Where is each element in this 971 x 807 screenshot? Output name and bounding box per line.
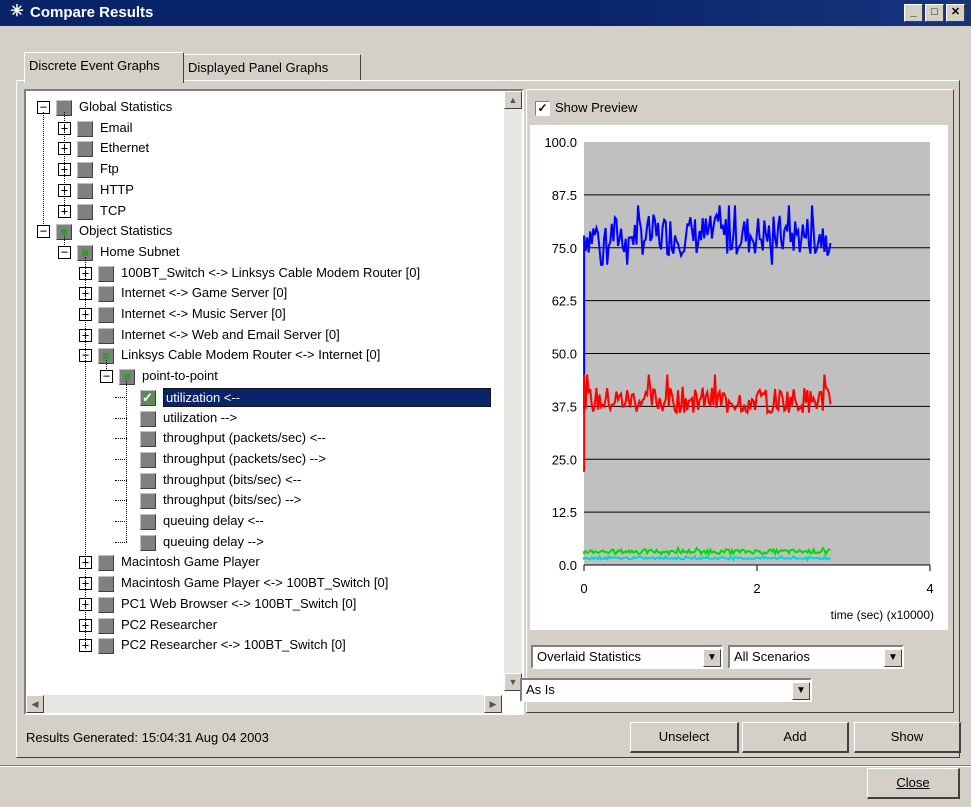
tree-connector: [126, 381, 127, 542]
tree-item-label: throughput (bits/sec) <--: [163, 471, 302, 487]
statistic-box-icon[interactable]: [77, 120, 93, 137]
tree-item-label: queuing delay -->: [163, 533, 264, 549]
tree-item-label: Home Subnet: [100, 243, 180, 259]
statistic-box-icon[interactable]: [98, 576, 114, 593]
separator: [0, 765, 971, 767]
statistic-box-icon[interactable]: [140, 431, 156, 448]
show-button[interactable]: Show: [854, 722, 961, 753]
tree-item-label: Internet <-> Game Server [0]: [121, 285, 288, 301]
tree-item-label: queuing delay <--: [163, 513, 264, 528]
collapse-icon[interactable]: −: [58, 245, 71, 259]
statistic-box-icon[interactable]: [98, 617, 114, 634]
statistic-box-icon[interactable]: [98, 638, 114, 655]
tree-item-label: PC2 Researcher <-> 100BT_Switch [0]: [121, 637, 346, 653]
statistic-box-icon[interactable]: [140, 514, 156, 530]
tree-item-label: Global Statistics: [79, 99, 173, 114]
statistic-box-icon[interactable]: [77, 203, 93, 220]
tree-item-label: utilization <--: [163, 387, 491, 407]
tree-horizontal-scrollbar[interactable]: ◀ ▶: [26, 695, 502, 713]
tree-item-label: Object Statistics: [79, 223, 173, 239]
tree-item-label: 100BT_Switch <-> Linksys Cable Modem Rou…: [121, 264, 421, 280]
tab-discrete-event-graphs[interactable]: Discrete Event Graphs: [24, 52, 184, 83]
tree-item-label: Linksys Cable Modem Router <-> Internet …: [121, 347, 381, 363]
statistic-box-icon[interactable]: [140, 472, 156, 489]
tree-connector: [115, 541, 127, 543]
overlay-select-value: Overlaid Statistics: [537, 649, 642, 664]
close-button-label: Close: [896, 775, 930, 790]
statistic-box-icon[interactable]: [98, 286, 114, 303]
tree-item-label: TCP: [100, 202, 126, 218]
tree-connector: [85, 256, 86, 646]
tree-item-label: Macintosh Game Player <-> 100BT_Switch […: [121, 575, 389, 591]
chevron-down-icon[interactable]: ▼: [792, 682, 810, 700]
statistic-box-icon[interactable]: [77, 141, 93, 158]
tree-item-label: throughput (bits/sec) -->: [163, 492, 302, 508]
chevron-down-icon[interactable]: ▼: [703, 649, 721, 667]
window-title: Compare Results: [30, 4, 154, 21]
tree-item-label: Internet <-> Music Server [0]: [121, 306, 286, 321]
tree-item-label: point-to-point: [142, 368, 218, 384]
compare-results-window: ✳ Compare Results _ □ ✕ Discrete Event G…: [0, 0, 971, 807]
tree-vertical-scrollbar[interactable]: ▲ ▼: [504, 91, 522, 691]
statistic-box-icon[interactable]: [140, 410, 156, 427]
show-preview-checkbox[interactable]: ✓: [535, 101, 550, 116]
mode-select[interactable]: As Is ▼: [520, 678, 812, 702]
star-burst-icon: ✳: [10, 3, 24, 20]
collapse-icon[interactable]: −: [37, 225, 50, 239]
tree-connector: [106, 360, 107, 372]
close-button[interactable]: Close: [867, 768, 960, 799]
status-text: Results Generated: 15:04:31 Aug 04 2003: [26, 730, 269, 745]
chevron-down-icon[interactable]: ▼: [884, 649, 902, 667]
mode-select-value: As Is: [526, 682, 555, 697]
add-button[interactable]: Add: [742, 722, 849, 753]
unselect-button[interactable]: Unselect: [630, 722, 739, 753]
statistic-box-icon[interactable]: [98, 265, 114, 282]
statistic-box-icon[interactable]: [140, 451, 156, 468]
window-controls: _ □ ✕: [904, 4, 965, 22]
statistic-box-icon[interactable]: [119, 369, 135, 386]
statistic-box-icon[interactable]: [140, 534, 156, 551]
plot-area: [584, 142, 930, 565]
tree-connector: [43, 112, 44, 227]
statistic-box-icon[interactable]: [98, 327, 114, 344]
tree-item-label: Ftp: [100, 161, 119, 177]
tree-item-label: utilization -->: [163, 409, 238, 425]
statistic-box-icon[interactable]: [98, 555, 114, 572]
statistic-box-icon[interactable]: [98, 596, 114, 613]
minimize-button[interactable]: _: [904, 4, 923, 22]
tree-item-label: throughput (packets/sec) -->: [163, 450, 326, 466]
statistic-box-icon[interactable]: [77, 162, 93, 179]
tree-item-label: Macintosh Game Player: [121, 554, 260, 570]
scenarios-select-value: All Scenarios: [734, 649, 810, 664]
tree-item-label: Ethernet: [100, 140, 150, 156]
tree-item-label: PC2 Researcher: [121, 616, 218, 632]
scroll-up-button[interactable]: ▲: [504, 91, 522, 109]
statistic-box-icon[interactable]: [98, 307, 114, 323]
tree-item-label: HTTP: [100, 181, 134, 197]
overlay-select[interactable]: Overlaid Statistics ▼: [531, 645, 723, 669]
tree-connector: [64, 112, 65, 211]
scroll-left-button[interactable]: ◀: [26, 695, 44, 713]
tree-item-label: throughput (packets/sec) <--: [163, 430, 326, 446]
close-window-button[interactable]: ✕: [946, 4, 965, 22]
collapse-icon[interactable]: −: [100, 370, 113, 384]
tab-displayed-panel-graphs[interactable]: Displayed Panel Graphs: [183, 54, 361, 81]
maximize-button[interactable]: □: [925, 4, 944, 22]
scroll-right-button[interactable]: ▶: [484, 695, 502, 713]
statistics-tree: − Global Statistics + Email + Ethernet + Ftp + HT…: [24, 89, 524, 715]
scenarios-select[interactable]: All Scenarios ▼: [728, 645, 904, 669]
statistic-box-icon[interactable]: [77, 182, 93, 199]
title-bar[interactable]: ✳ Compare Results _ □ ✕: [0, 0, 971, 26]
tree-item-label: Internet <-> Web and Email Server [0]: [121, 326, 340, 342]
statistic-box-icon[interactable]: [140, 493, 156, 510]
checked-box-icon[interactable]: [140, 388, 156, 408]
tree-item-label: PC1 Web Browser <-> 100BT_Switch [0]: [121, 595, 357, 611]
tree-content: − Global Statistics + Email + Ethernet + Ftp + HT…: [26, 91, 496, 691]
tree-connector: [64, 236, 65, 247]
tree-item-label: Email: [100, 119, 133, 135]
show-preview-label: Show Preview: [555, 100, 638, 115]
